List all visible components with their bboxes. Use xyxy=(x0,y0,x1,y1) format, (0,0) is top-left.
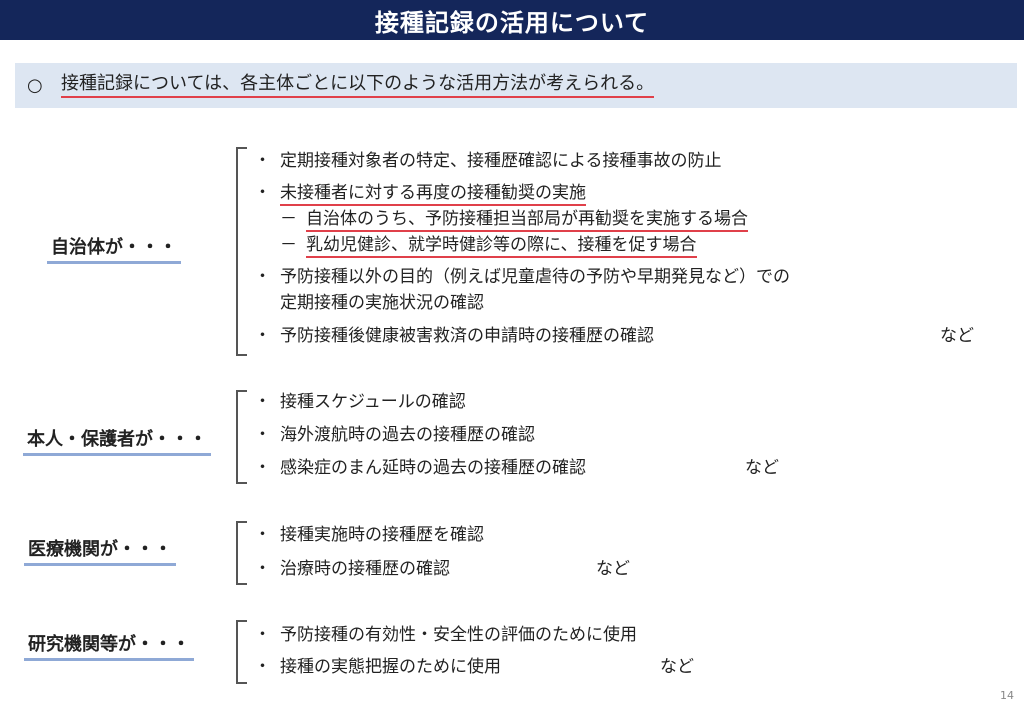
page-number: 14 xyxy=(1000,689,1014,702)
list-item-continuation: 定期接種の実施状況の確認 xyxy=(280,293,484,313)
bullet-icon: ・ xyxy=(254,559,271,579)
suffix-text: など xyxy=(745,458,779,478)
subject-individual-guardian: 本人・保護者が・・・ xyxy=(23,425,211,456)
bracket-municipality xyxy=(236,147,247,356)
bullet-icon: ・ xyxy=(254,392,271,412)
list-item: ・予防接種の有効性・安全性の評価のために使用 xyxy=(254,625,637,645)
suffix-text: など xyxy=(596,559,630,579)
suffix-text: など xyxy=(660,657,694,677)
bullet-icon: ・ xyxy=(254,625,271,645)
bullet-icon: ・ xyxy=(254,458,271,478)
bullet-icon: ・ xyxy=(254,183,271,203)
subject-research-institution: 研究機関等が・・・ xyxy=(24,630,194,661)
page-title: 接種記録の活用について xyxy=(0,0,1024,40)
dash-icon: － xyxy=(280,235,297,255)
list-item: ・接種スケジュールの確認 xyxy=(254,392,466,412)
bracket-individual-guardian xyxy=(236,390,247,484)
list-item: ・接種実施時の接種歴を確認 xyxy=(254,525,484,545)
list-item: ・感染症のまん延時の過去の接種歴の確認 xyxy=(254,458,586,478)
sub-list-item: －自治体のうち、予防接種担当部局が再勧奨を実施する場合 xyxy=(280,208,748,232)
subject-medical-institution: 医療機関が・・・ xyxy=(24,535,176,566)
bracket-medical-institution xyxy=(236,521,247,585)
list-item: ・海外渡航時の過去の接種歴の確認 xyxy=(254,425,535,445)
list-item: ・定期接種対象者の特定、接種歴確認による接種事故の防止 xyxy=(254,151,722,171)
dash-icon: － xyxy=(280,209,297,229)
list-item: ・治療時の接種歴の確認 xyxy=(254,559,450,579)
bullet-icon: ・ xyxy=(254,425,271,445)
circle-bullet-icon: ○ xyxy=(27,75,43,96)
list-item: ・予防接種以外の目的（例えば児童虐待の予防や早期発見など）での xyxy=(254,267,790,287)
list-item: ・未接種者に対する再度の接種勧奨の実施 xyxy=(254,182,586,206)
subject-municipality: 自治体が・・・ xyxy=(47,233,181,264)
bullet-icon: ・ xyxy=(254,326,271,346)
list-item: ・予防接種後健康被害救済の申請時の接種歴の確認 xyxy=(254,326,654,346)
suffix-text: など xyxy=(940,326,974,346)
bracket-research-institution xyxy=(236,620,247,684)
bullet-icon: ・ xyxy=(254,525,271,545)
list-item: ・接種の実態把握のために使用 xyxy=(254,657,501,677)
bullet-icon: ・ xyxy=(254,151,271,171)
intro-text: 接種記録については、各主体ごとに以下のような活用方法が考えられる。 xyxy=(61,73,655,98)
bullet-icon: ・ xyxy=(254,657,271,677)
sub-list-item: －乳幼児健診、就学時健診等の際に、接種を促す場合 xyxy=(280,234,697,258)
intro-box: ○ 接種記録については、各主体ごとに以下のような活用方法が考えられる。 xyxy=(15,63,1017,108)
bullet-icon: ・ xyxy=(254,267,271,287)
